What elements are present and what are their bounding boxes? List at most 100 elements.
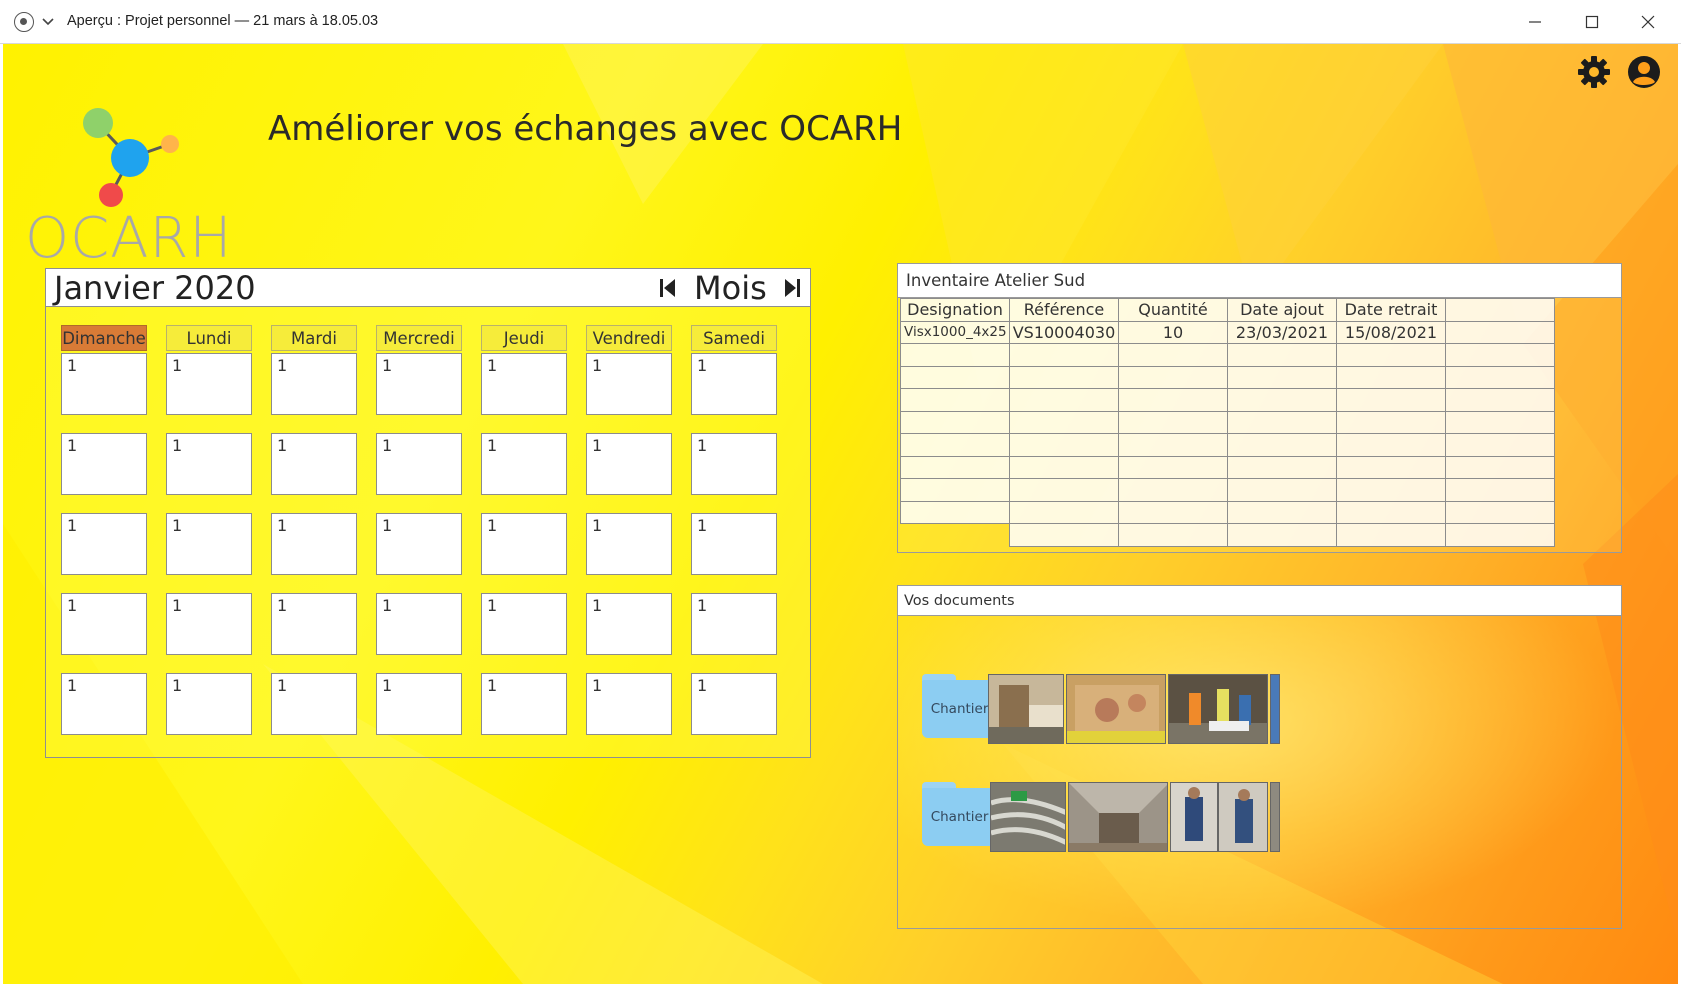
- photo-thumbnail[interactable]: [1170, 782, 1218, 852]
- calendar-day-cell[interactable]: 1: [691, 353, 777, 415]
- calendar-day-cell[interactable]: 1: [481, 673, 567, 735]
- inventory-cell[interactable]: [1009, 343, 1119, 367]
- calendar-day-cell[interactable]: 1: [61, 673, 147, 735]
- inventory-cell[interactable]: [1227, 523, 1337, 547]
- inventory-row[interactable]: [900, 343, 1555, 367]
- calendar-day-cell[interactable]: 1: [61, 513, 147, 575]
- photo-thumbnail[interactable]: [1270, 674, 1280, 744]
- inventory-row[interactable]: [900, 410, 1555, 434]
- calendar-day-cell[interactable]: 1: [271, 593, 357, 655]
- calendar-day-cell[interactable]: 1: [691, 433, 777, 495]
- inventory-cell[interactable]: [900, 388, 1010, 412]
- inventory-cell[interactable]: [1336, 410, 1446, 434]
- inventory-cell[interactable]: 15/08/2021: [1336, 320, 1446, 344]
- inventory-cell[interactable]: [1227, 365, 1337, 389]
- inventory-cell[interactable]: [1445, 320, 1555, 344]
- inventory-cell[interactable]: [1445, 455, 1555, 479]
- inventory-cell[interactable]: [1009, 455, 1119, 479]
- inventory-cell[interactable]: [900, 410, 1010, 434]
- calendar-day-cell[interactable]: 1: [376, 673, 462, 735]
- photo-thumbnail[interactable]: [1270, 782, 1280, 852]
- inventory-cell[interactable]: 23/03/2021: [1227, 320, 1337, 344]
- inventory-cell[interactable]: [1227, 478, 1337, 502]
- inventory-cell[interactable]: [1118, 365, 1228, 389]
- calendar-view-mode[interactable]: Mois: [694, 269, 767, 307]
- calendar-day-cell[interactable]: 1: [376, 433, 462, 495]
- inventory-cell[interactable]: [1009, 433, 1119, 457]
- user-account-icon[interactable]: [1626, 54, 1662, 90]
- calendar-day-cell[interactable]: 1: [481, 513, 567, 575]
- calendar-day-cell[interactable]: 1: [586, 433, 672, 495]
- inventory-cell[interactable]: [1118, 433, 1228, 457]
- inventory-row[interactable]: [900, 365, 1555, 389]
- inventory-row[interactable]: Visx1000_4x25 VS10004030 10 23/03/2021 15/08…: [900, 320, 1555, 344]
- calendar-day-cell[interactable]: 1: [166, 353, 252, 415]
- calendar-day-cell[interactable]: 1: [61, 433, 147, 495]
- inventory-column-header[interactable]: Quantité: [1118, 298, 1228, 322]
- inventory-row[interactable]: [901, 523, 1555, 547]
- inventory-cell[interactable]: [900, 433, 1010, 457]
- inventory-cell[interactable]: [1336, 343, 1446, 367]
- next-month-icon[interactable]: [782, 277, 802, 299]
- inventory-row[interactable]: [900, 388, 1555, 412]
- inventory-cell[interactable]: [1445, 343, 1555, 367]
- inventory-cell[interactable]: [1336, 388, 1446, 412]
- inventory-cell[interactable]: [1445, 523, 1555, 547]
- inventory-cell[interactable]: [900, 365, 1010, 389]
- inventory-cell[interactable]: [1118, 478, 1228, 502]
- calendar-day-cell[interactable]: 1: [61, 353, 147, 415]
- calendar-day-cell[interactable]: 1: [271, 673, 357, 735]
- calendar-day-cell[interactable]: 1: [271, 433, 357, 495]
- inventory-cell[interactable]: [1227, 343, 1337, 367]
- calendar-day-cell[interactable]: 1: [166, 673, 252, 735]
- calendar-day-cell[interactable]: 1: [166, 513, 252, 575]
- calendar-day-cell[interactable]: 1: [271, 353, 357, 415]
- inventory-cell[interactable]: [1118, 410, 1228, 434]
- previous-month-icon[interactable]: [658, 277, 678, 299]
- calendar-day-cell[interactable]: 1: [481, 433, 567, 495]
- calendar-day-cell[interactable]: 1: [586, 593, 672, 655]
- inventory-cell[interactable]: [1445, 478, 1555, 502]
- inventory-cell[interactable]: 10: [1118, 320, 1228, 344]
- inventory-column-header[interactable]: Référence: [1009, 298, 1119, 322]
- gear-icon[interactable]: [1576, 54, 1612, 90]
- inventory-column-header[interactable]: Date ajout: [1227, 298, 1337, 322]
- calendar-day-cell[interactable]: 1: [691, 673, 777, 735]
- record-icon[interactable]: [14, 12, 34, 32]
- inventory-cell[interactable]: [1227, 388, 1337, 412]
- calendar-day-cell[interactable]: 1: [481, 593, 567, 655]
- calendar-day-cell[interactable]: 1: [691, 593, 777, 655]
- inventory-cell[interactable]: [1118, 523, 1228, 547]
- inventory-cell[interactable]: [1336, 523, 1446, 547]
- photo-thumbnail[interactable]: [1168, 674, 1268, 744]
- maximize-button[interactable]: [1564, 0, 1620, 44]
- inventory-cell[interactable]: [1336, 365, 1446, 389]
- inventory-cell[interactable]: [1227, 500, 1337, 524]
- inventory-column-header[interactable]: Date retrait: [1336, 298, 1446, 322]
- inventory-cell[interactable]: [1445, 433, 1555, 457]
- inventory-cell[interactable]: [1009, 410, 1119, 434]
- inventory-row[interactable]: [900, 500, 1555, 524]
- photo-thumbnail[interactable]: [1066, 674, 1166, 744]
- inventory-cell[interactable]: [1445, 365, 1555, 389]
- inventory-cell[interactable]: [1445, 388, 1555, 412]
- photo-thumbnail[interactable]: [1068, 782, 1168, 852]
- chevron-down-icon[interactable]: [41, 14, 55, 28]
- inventory-cell[interactable]: [1336, 500, 1446, 524]
- inventory-cell[interactable]: [900, 455, 1010, 479]
- calendar-day-cell[interactable]: 1: [376, 593, 462, 655]
- inventory-cell[interactable]: [1118, 500, 1228, 524]
- calendar-day-cell[interactable]: 1: [166, 433, 252, 495]
- inventory-cell[interactable]: [900, 478, 1010, 502]
- inventory-row[interactable]: [900, 455, 1555, 479]
- inventory-cell[interactable]: [1118, 343, 1228, 367]
- inventory-cell[interactable]: [1336, 455, 1446, 479]
- calendar-day-cell[interactable]: 1: [586, 673, 672, 735]
- calendar-day-cell[interactable]: 1: [376, 353, 462, 415]
- inventory-cell[interactable]: [1445, 500, 1555, 524]
- inventory-cell[interactable]: [1336, 433, 1446, 457]
- inventory-cell[interactable]: [1009, 500, 1119, 524]
- inventory-cell[interactable]: [901, 524, 1010, 547]
- inventory-cell[interactable]: [1445, 410, 1555, 434]
- photo-thumbnail[interactable]: [988, 674, 1064, 744]
